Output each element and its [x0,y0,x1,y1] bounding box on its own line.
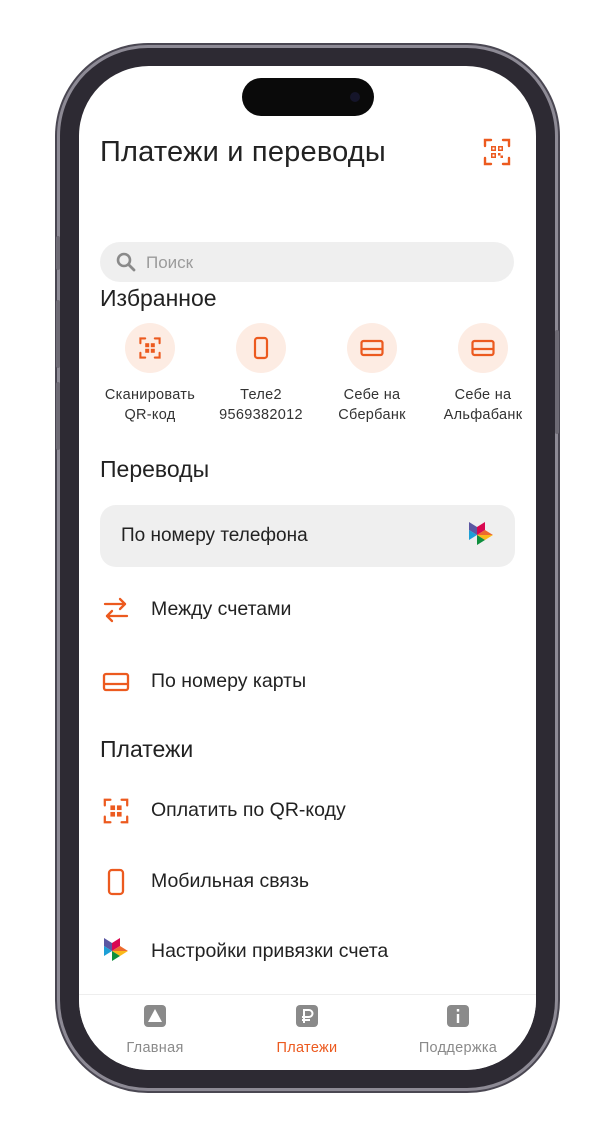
favorite-icon-circle [347,323,397,373]
app-screen: Платежи и переводы Поиск Избранное Скани… [79,66,536,1070]
favorite-scan-qr[interactable]: Сканировать QR-код [95,323,205,425]
volume-up-button [56,300,60,368]
home-icon [144,1005,166,1027]
favorite-tele2[interactable]: Теле2 9569382012 [206,323,316,425]
transfer-by-card-label: По номеру карты [151,670,307,692]
info-icon [447,1005,469,1027]
search-icon [116,252,136,272]
tab-payments-label: Платежи [276,1040,338,1056]
pay-by-qr[interactable]: Оплатить по QR-коду [100,790,515,830]
dynamic-island [242,78,374,116]
transfer-between-accounts[interactable]: Между счетами [100,589,515,629]
favorite-sublabel: Альфабанк [443,407,523,423]
favorites-heading: Избранное [100,285,217,311]
search-placeholder: Поиск [146,253,194,272]
transfer-by-card[interactable]: По номеру карты [100,661,515,701]
favorite-icon-circle [458,323,508,373]
sbp-account-settings-label: Настройки привязки счета [151,940,389,962]
tab-support-label: Поддержка [418,1040,498,1056]
sbp-logo-icon [104,938,128,961]
ruble-icon [296,1005,318,1027]
favorite-icon-circle [236,323,286,373]
transfer-by-phone-label: По номеру телефона [121,525,308,546]
bottom-tab-bar: Главная Платежи Поддержка [79,994,536,1070]
favorite-label: Теле2 [240,387,282,403]
page-title: Платежи и переводы [100,136,386,168]
mute-switch [56,236,60,270]
qr-scan-icon[interactable] [482,137,512,167]
tab-home-label: Главная [126,1040,184,1056]
sbp-logo-icon [469,522,493,545]
qr-scan-icon [139,337,161,359]
favorite-icon-circle [125,323,175,373]
qr-scan-icon [103,798,129,824]
transfer-between-accounts-label: Между счетами [151,598,292,620]
card-icon [360,339,384,357]
tab-payments[interactable]: Платежи [237,1005,377,1056]
favorite-sublabel: Сбербанк [338,407,406,423]
mobile-phone-icon [253,336,269,360]
favorite-sublabel: 9569382012 [219,407,303,423]
swap-arrows-icon [103,597,129,623]
mobile-payment-label: Мобильная связь [151,870,310,892]
favorite-label: Себе на [343,387,401,403]
favorite-alfabank[interactable]: Себе на Альфабанк [428,323,536,425]
card-icon [102,672,130,692]
search-input[interactable]: Поиск [100,242,514,282]
favorite-sberbank[interactable]: Себе на Сбербанк [317,323,427,425]
favorite-label: Сканировать [104,387,196,403]
card-icon [471,339,495,357]
sbp-account-settings[interactable]: Настройки привязки счета [100,931,515,971]
camera [350,92,360,102]
mobile-payment[interactable]: Мобильная связь [100,861,515,901]
tab-support[interactable]: Поддержка [388,1005,528,1056]
mobile-phone-icon [107,868,125,896]
payments-heading: Платежи [100,736,194,762]
pay-by-qr-label: Оплатить по QR-коду [151,799,346,821]
transfers-heading: Переводы [100,456,210,482]
volume-down-button [56,382,60,450]
power-button [555,330,559,434]
favorite-label: Себе на [454,387,512,403]
favorite-sublabel: QR-код [124,407,176,423]
tab-home[interactable]: Главная [85,1005,225,1056]
transfer-by-phone-button[interactable]: По номеру телефона [100,505,515,567]
